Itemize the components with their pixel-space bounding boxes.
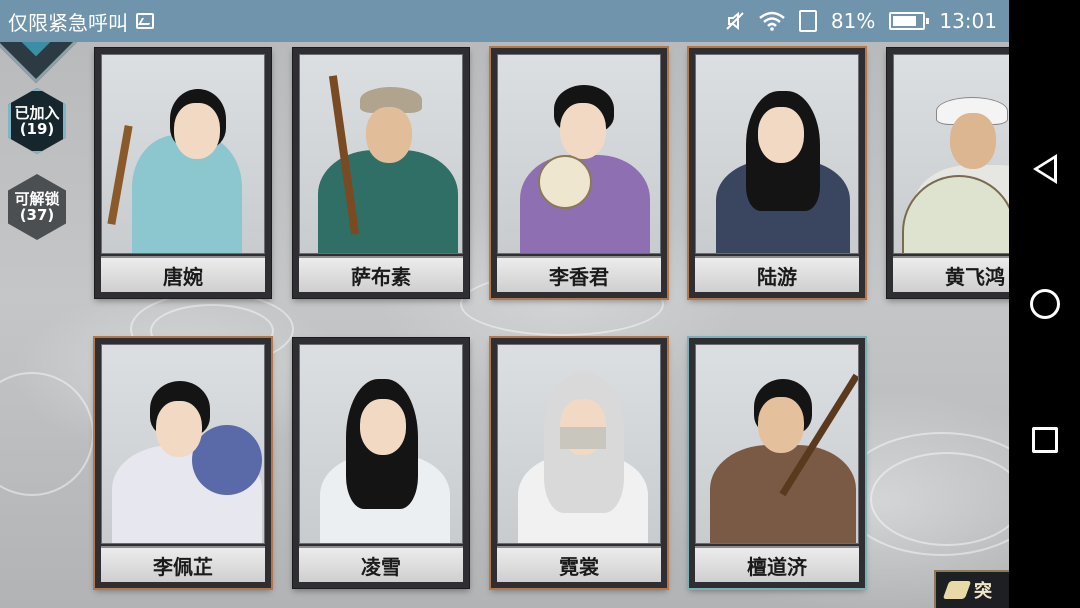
character-portrait: [893, 54, 1009, 254]
character-card-tandaoji[interactable]: 檀道济: [689, 338, 865, 588]
clock: 13:01: [939, 9, 997, 33]
status-left: 仅限紧急呼叫: [0, 7, 154, 36]
character-name: 凌雪: [299, 546, 463, 582]
character-portrait: [695, 344, 859, 544]
character-portrait: [299, 54, 463, 254]
corner-button-label: 突: [974, 581, 992, 602]
unlockable-count: (37): [19, 206, 55, 224]
back-icon[interactable]: [1033, 154, 1057, 184]
character-card-sabusu[interactable]: 萨布素: [293, 48, 469, 298]
scroll-icon: [942, 581, 972, 599]
character-name: 萨布素: [299, 256, 463, 292]
character-portrait: [497, 54, 661, 254]
character-card-luyou[interactable]: 陆游: [689, 48, 865, 298]
character-card-lipeizhi[interactable]: 李佩芷: [95, 338, 271, 588]
filter-emblem-icon[interactable]: [0, 42, 82, 84]
android-nav-bar: [1009, 0, 1080, 608]
corner-action-button[interactable]: 突: [934, 570, 1009, 608]
joined-filter-button[interactable]: 已加入 (19): [8, 88, 66, 154]
character-card-huangfeihong[interactable]: 黄飞鸿: [887, 48, 1009, 298]
character-portrait: [497, 344, 661, 544]
joined-count: (19): [19, 120, 55, 138]
battery-icon: [889, 12, 930, 30]
character-name: 黄飞鸿: [893, 256, 1009, 292]
unlockable-label: 可解锁: [14, 189, 60, 208]
carrier-text: 仅限紧急呼叫: [8, 10, 128, 35]
character-name: 檀道济: [695, 546, 859, 582]
character-name: 唐婉: [101, 256, 265, 292]
character-name: 李佩芷: [101, 546, 265, 582]
image-icon: [136, 13, 154, 29]
character-card-tangwan[interactable]: 唐婉: [95, 48, 271, 298]
character-name: 李香君: [497, 256, 661, 292]
character-name: 陆游: [695, 256, 859, 292]
status-bar: 仅限紧急呼叫 81% 13:01: [0, 0, 1009, 42]
wifi-icon: [759, 11, 785, 31]
unlockable-filter-button[interactable]: 可解锁 (37): [8, 174, 66, 240]
status-right: 81% 13:01: [725, 9, 1009, 33]
character-card-lingxue[interactable]: 凌雪: [293, 338, 469, 588]
character-portrait: [695, 54, 859, 254]
character-portrait: [299, 344, 463, 544]
recent-apps-icon[interactable]: [1032, 427, 1058, 453]
character-card-nichang[interactable]: 霓裳: [491, 338, 667, 588]
home-icon[interactable]: [1030, 289, 1060, 319]
character-portrait: [101, 344, 265, 544]
battery-percent: 81%: [830, 9, 876, 33]
mute-icon: [726, 11, 744, 31]
character-roster-screen: 已加入 (19) 可解锁 (37) 唐婉 萨布素 李香君 陆游 黄飞鸿 李佩芷 …: [0, 42, 1009, 608]
joined-label: 已加入: [14, 103, 60, 122]
character-portrait: [101, 54, 265, 254]
sim-icon: [798, 10, 817, 32]
character-name: 霓裳: [497, 546, 661, 582]
character-card-lixiangjun[interactable]: 李香君: [491, 48, 667, 298]
